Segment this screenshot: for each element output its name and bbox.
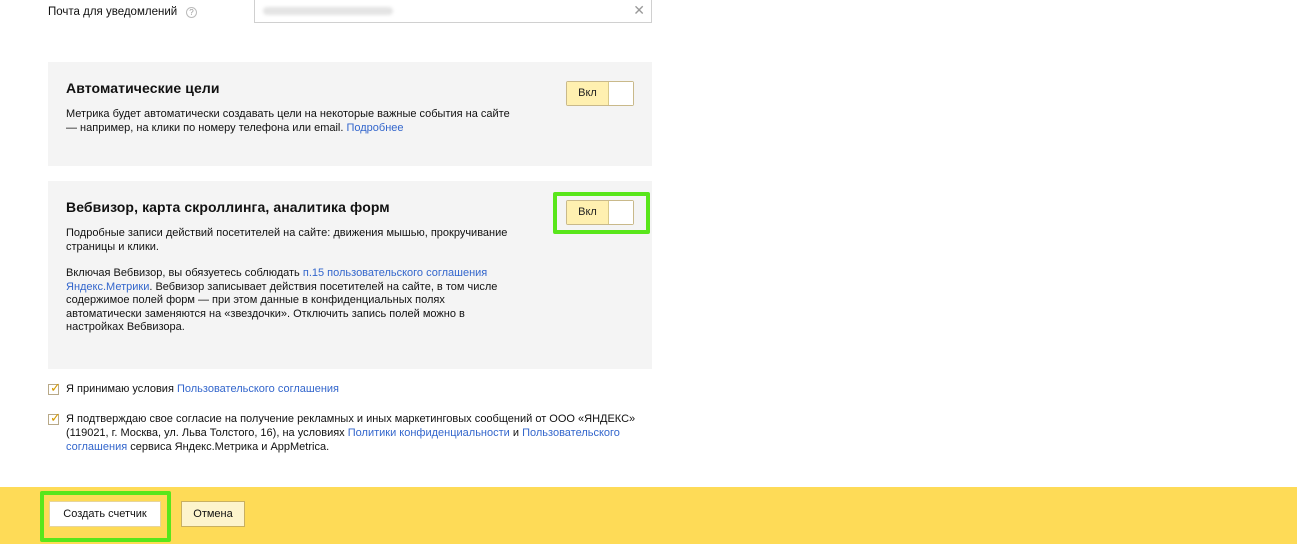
notification-email-input[interactable]: ✕ — [254, 0, 652, 23]
auto-goals-description: Метрика будет автоматически создавать це… — [66, 108, 510, 134]
marketing-checkbox[interactable]: ✓ — [48, 410, 61, 425]
check-icon: ✓ — [50, 380, 61, 395]
auto-goals-toggle-label: Вкл — [567, 82, 609, 105]
terms-checkbox-row[interactable]: ✓ Я принимаю условия Пользовательского с… — [48, 380, 648, 398]
auto-goals-more-link[interactable]: Подробнее — [346, 122, 403, 134]
webvisor-toggle-highlight — [553, 192, 650, 234]
privacy-policy-link[interactable]: Политики конфиденциальности — [348, 427, 510, 439]
toggle-knob — [609, 82, 633, 105]
create-button-highlight — [40, 491, 171, 542]
clear-icon[interactable]: ✕ — [633, 2, 645, 19]
terms-link[interactable]: Пользовательского соглашения — [177, 383, 339, 395]
auto-goals-toggle[interactable]: Вкл — [566, 81, 634, 106]
marketing-checkbox-label: Я подтверждаю свое согласие на получение… — [66, 413, 636, 453]
cancel-button[interactable]: Отмена — [181, 501, 245, 527]
webvisor-title: Вебвизор, карта скроллинга, аналитика фо… — [66, 199, 390, 215]
help-icon[interactable]: ? — [186, 7, 197, 18]
blurred-email-value — [263, 7, 393, 15]
marketing-checkbox-row[interactable]: ✓ Я подтверждаю свое согласие на получен… — [48, 410, 648, 456]
auto-goals-panel: Автоматические цели Метрика будет автома… — [48, 62, 652, 166]
auto-goals-title: Автоматические цели — [66, 80, 220, 96]
terms-checkbox[interactable]: ✓ — [48, 380, 61, 395]
webvisor-notice: Включая Вебвизор, вы обязуетесь соблюдат… — [66, 267, 498, 333]
webvisor-description: Подробные записи действий посетителей на… — [66, 227, 508, 253]
terms-checkbox-label: Я принимаю условия Пользовательского сог… — [66, 383, 340, 395]
footer-action-bar: Создать счетчик Отмена — [0, 487, 1297, 544]
notification-email-row: Почта для уведомлений ? ✕ — [0, 0, 1297, 28]
notification-email-label: Почта для уведомлений — [48, 6, 178, 18]
check-icon: ✓ — [50, 410, 61, 425]
